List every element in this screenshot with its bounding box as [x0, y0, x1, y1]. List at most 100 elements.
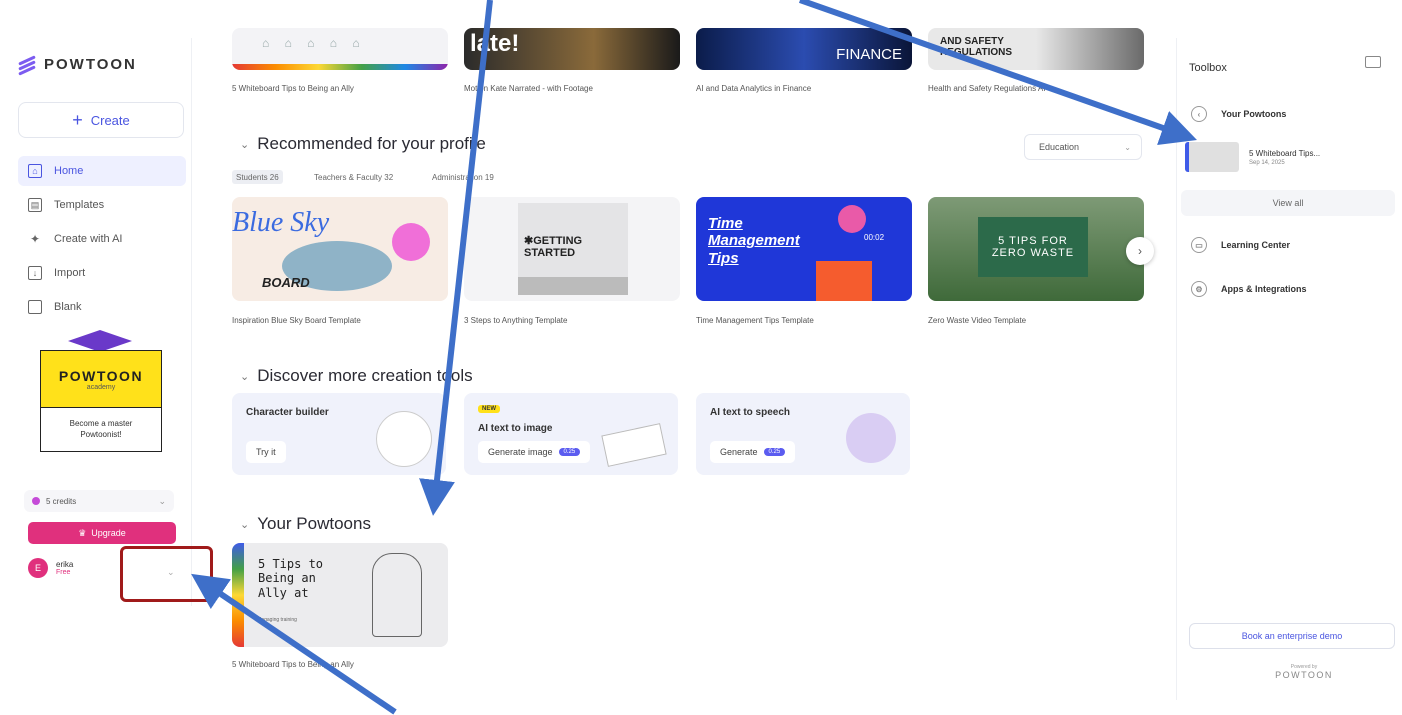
academy-promo[interactable]: POWTOON academy Become a master Powtooni…: [40, 330, 162, 460]
credit-pill: 0.25: [558, 448, 581, 456]
learning-icon: ▭: [1191, 237, 1207, 253]
sparkle-icon: ✦: [29, 232, 41, 246]
user-name: erika: [56, 560, 74, 569]
sidebar-item-label: Home: [54, 165, 84, 177]
create-button[interactable]: + Create: [18, 102, 184, 138]
credits-label: 5 credits: [46, 496, 77, 506]
chip-students[interactable]: Students 26: [232, 170, 283, 184]
template-caption[interactable]: 5 Whiteboard Tips to Being an Ally: [232, 84, 354, 93]
template-caption[interactable]: Time Management Tips Template: [696, 316, 814, 325]
template-caption[interactable]: Inspiration Blue Sky Board Template: [232, 316, 361, 325]
template-thumb-getting-started[interactable]: ✱GETTING STARTED: [464, 197, 680, 301]
user-menu-highlight: ⌄: [120, 546, 213, 602]
sidebar-item-label: Create with AI: [54, 233, 123, 245]
crown-icon: ♛: [78, 527, 87, 538]
thumb-text: AND SAFETY REGULATIONS: [940, 36, 1013, 58]
template-thumb-blue-sky[interactable]: Blue Sky BOARD: [232, 197, 448, 301]
toolbox-your-powtoons[interactable]: ‹ Your Powtoons: [1177, 100, 1399, 128]
thumb-sub: Engaging training: [258, 617, 297, 623]
sidebar: POWTOON + Create ⌂ Home ▤ Templates ✦ Cr…: [10, 38, 192, 606]
recommended-header[interactable]: ⌄ Recommended for your profile: [240, 134, 486, 154]
thumb-text: ✱GETTING STARTED: [524, 235, 583, 260]
thumb-text: FINANCE: [836, 46, 902, 63]
generate-image-button[interactable]: Generate image 0.25: [478, 441, 591, 463]
eye-icon: [838, 205, 866, 233]
powered-by: Powered by POWTOON: [1249, 664, 1359, 680]
sidebar-item-home[interactable]: ⌂ Home: [18, 156, 186, 186]
plus-icon: +: [72, 109, 83, 130]
credits-icon: [32, 497, 40, 505]
try-it-button[interactable]: Try it: [246, 441, 286, 463]
recent-date: Sep 14, 2025: [1249, 159, 1285, 166]
template-thumb[interactable]: late!: [464, 28, 680, 70]
template-caption[interactable]: Health and Safety Regulations AI: [928, 84, 1045, 93]
template-thumb-time-management[interactable]: Time Management Tips 00:02: [696, 197, 912, 301]
upgrade-label: Upgrade: [91, 528, 126, 538]
whiteboard-icons: ⌂ ⌂ ⌂ ⌂ ⌂: [262, 36, 366, 50]
recent-thumb: [1185, 142, 1239, 172]
your-powtoons-header[interactable]: ⌄ Your Powtoons: [240, 514, 371, 534]
chevron-down-icon: ⌄: [240, 518, 250, 531]
person-sketch: [372, 553, 422, 637]
block-shape: [816, 261, 872, 301]
user-menu[interactable]: E erika Free: [28, 558, 73, 578]
chip-teachers[interactable]: Teachers & Faculty 32: [310, 170, 397, 184]
logo-mark-icon: [18, 54, 38, 76]
create-label: Create: [90, 112, 130, 128]
toolbox-apps-integrations[interactable]: ⚙ Apps & Integrations: [1177, 278, 1399, 300]
upgrade-button[interactable]: ♛ Upgrade: [28, 522, 176, 544]
new-badge: NEW: [478, 405, 500, 413]
tool-card-character-builder[interactable]: Character builder Try it: [232, 393, 446, 475]
powtoon-logo[interactable]: POWTOON: [18, 54, 137, 76]
template-caption[interactable]: Zero Waste Video Template: [928, 316, 1026, 325]
sidebar-item-label: Blank: [54, 301, 82, 313]
tool-card-ai-text-to-speech[interactable]: AI text to speech Generate 0.25: [696, 393, 910, 475]
template-caption[interactable]: Motion Kate Narrated - with Footage: [464, 84, 593, 93]
discover-header[interactable]: ⌄ Discover more creation tools: [240, 366, 473, 386]
toolbox-panel: Toolbox ‹ Your Powtoons 5 Whiteboard Tip…: [1176, 38, 1402, 700]
button-label: Generate image: [488, 447, 553, 457]
sidebar-item-create-with-ai[interactable]: ✦ Create with AI: [18, 224, 186, 254]
template-caption[interactable]: AI and Data Analytics in Finance: [696, 84, 811, 93]
template-thumb-zero-waste[interactable]: 5 TIPS FOR ZERO WASTE: [928, 197, 1144, 301]
section-title: Discover more creation tools: [257, 366, 473, 385]
chevron-down-icon: ⌄: [240, 370, 250, 383]
collapse-panel-icon[interactable]: [1365, 56, 1381, 68]
thumb-text: late!: [470, 30, 520, 57]
template-thumb[interactable]: ⌂ ⌂ ⌂ ⌂ ⌂: [232, 28, 448, 70]
chevron-down-icon[interactable]: ⌄: [167, 567, 175, 578]
generate-button[interactable]: Generate 0.25: [710, 441, 796, 463]
templates-icon: ▤: [28, 198, 42, 212]
blank-icon: [28, 300, 42, 314]
carousel-next-button[interactable]: ›: [1126, 237, 1154, 265]
sidebar-item-import[interactable]: ↓ Import: [18, 258, 186, 288]
tool-title: AI text to image: [478, 423, 553, 434]
powtoon-caption[interactable]: 5 Whiteboard Tips to Being an Ally: [232, 660, 354, 669]
import-icon: ↓: [28, 266, 42, 280]
user-plan: Free: [56, 569, 71, 576]
powtoon-thumb[interactable]: 5 Tips to Being an Ally at Engaging trai…: [232, 543, 448, 647]
section-title: Recommended for your profile: [257, 134, 486, 153]
category-select[interactable]: Education ⌄: [1024, 134, 1142, 160]
chevron-down-icon: ⌄: [240, 138, 250, 151]
chevron-down-icon: ⌄: [158, 495, 166, 506]
button-label: Generate: [720, 447, 758, 457]
tool-card-ai-text-to-image[interactable]: NEW AI text to image Generate image 0.25: [464, 393, 678, 475]
select-value: Education: [1039, 142, 1080, 152]
chip-administration[interactable]: Administration 19: [428, 170, 498, 184]
powtoons-icon: ‹: [1191, 106, 1207, 122]
section-title: Your Powtoons: [257, 514, 371, 533]
apps-icon: ⚙: [1191, 281, 1207, 297]
recent-powtoon[interactable]: 5 Whiteboard Tips... Sep 14, 2025: [1185, 142, 1320, 172]
credits-dropdown[interactable]: 5 credits ⌄: [24, 490, 174, 512]
chevron-right-icon: ›: [1138, 244, 1142, 258]
sidebar-item-blank[interactable]: Blank: [18, 292, 186, 322]
book-demo-button[interactable]: Book an enterprise demo: [1189, 623, 1395, 649]
template-thumb[interactable]: AND SAFETY REGULATIONS: [928, 28, 1144, 70]
template-thumb[interactable]: FINANCE: [696, 28, 912, 70]
toolbox-learning-center[interactable]: ▭ Learning Center: [1177, 234, 1399, 256]
sidebar-item-templates[interactable]: ▤ Templates: [18, 190, 186, 220]
view-all-button[interactable]: View all: [1181, 190, 1395, 216]
paper-shadow: [518, 277, 628, 295]
template-caption[interactable]: 3 Steps to Anything Template: [464, 316, 567, 325]
